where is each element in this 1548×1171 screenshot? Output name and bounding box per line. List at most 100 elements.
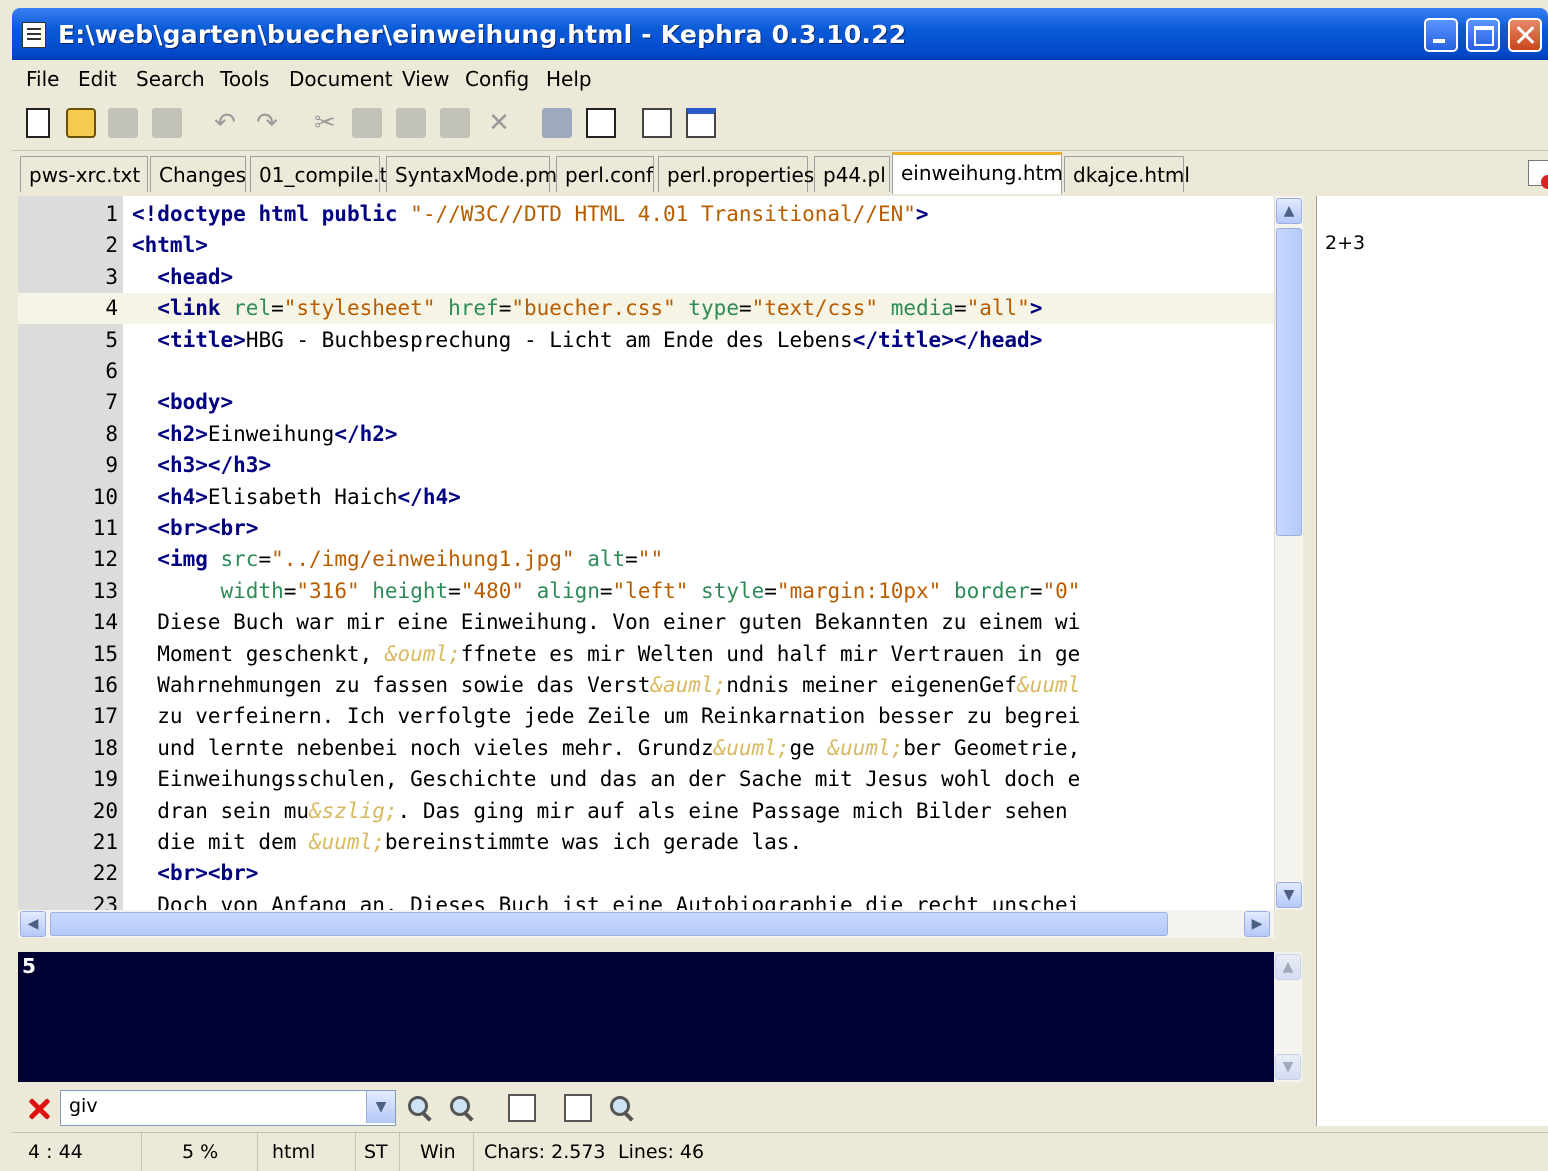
editor-horizontal-scrollbar[interactable]: ◀ ▶ <box>18 910 1274 938</box>
cut-icon[interactable]: ✂ <box>310 108 340 138</box>
code-line[interactable]: 13 width="316" height="480" align="left"… <box>18 576 1274 607</box>
tab-einweihung[interactable]: einweihung.html <box>892 152 1068 194</box>
vertical-scroll-thumb[interactable] <box>1276 228 1302 536</box>
find-next-icon[interactable] <box>448 1094 476 1122</box>
tab-perl-properties[interactable]: perl.properties <box>658 156 814 192</box>
status-indent-mode[interactable]: ST <box>348 1133 400 1171</box>
scroll-up-icon[interactable]: ▲ <box>1276 198 1302 224</box>
tab-perl-conf[interactable]: perl.conf <box>556 156 654 192</box>
search-input[interactable]: giv <box>60 1090 396 1126</box>
line-code: Moment geschenkt, &ouml;ffnete es mir We… <box>132 641 1081 666</box>
new-document-icon[interactable] <box>26 108 50 138</box>
line-code: <h2>Einweihung</h2> <box>157 421 398 446</box>
editor-vertical-scrollbar[interactable]: ▲ ▼ <box>1274 196 1303 910</box>
menu-edit[interactable]: Edit <box>78 67 117 91</box>
comment-icon[interactable] <box>542 108 572 138</box>
delete-icon[interactable]: ✕ <box>484 108 514 138</box>
edit-mode-icon[interactable] <box>642 108 672 138</box>
tab-01-compile[interactable]: 01_compile.t <box>250 156 387 192</box>
paste-icon[interactable] <box>396 108 426 138</box>
line-code: <title>HBG - Buchbesprechung - Licht am … <box>157 327 1043 352</box>
code-line[interactable]: 6 <box>18 356 1274 387</box>
replace-icon[interactable] <box>508 1094 536 1122</box>
tab-p44[interactable]: p44.pl <box>814 156 890 192</box>
tab-changes[interactable]: Changes <box>150 156 246 192</box>
output-scroll-up-icon[interactable]: ▲ <box>1275 954 1301 980</box>
search-options-icon[interactable] <box>608 1094 636 1122</box>
code-line[interactable]: 10 <h4>Elisabeth Haich</h4> <box>18 482 1274 513</box>
scroll-down-icon[interactable]: ▼ <box>1276 882 1302 908</box>
line-code: Wahrnehmungen zu fassen sowie das Verst&… <box>132 673 1081 697</box>
code-line[interactable]: 8 <h2>Einweihung</h2> <box>18 419 1274 450</box>
code-line[interactable]: 16 Wahrnehmungen zu fassen sowie das Ver… <box>18 670 1274 701</box>
close-tab-icon[interactable] <box>1528 160 1548 189</box>
code-line[interactable]: 18 und lernte nebenbei noch vieles mehr.… <box>18 733 1274 764</box>
close-search-icon[interactable] <box>26 1096 52 1122</box>
code-line[interactable]: 21 die mit dem &uuml;bereinstimmte was i… <box>18 827 1274 858</box>
status-line-ending[interactable]: Win <box>404 1133 474 1171</box>
line-number: 15 <box>92 641 118 666</box>
code-line[interactable]: 17 zu verfeinern. Ich verfolgte jede Zei… <box>18 701 1274 732</box>
code-line[interactable]: 4 <link rel="stylesheet" href="buecher.c… <box>18 293 1274 325</box>
replace-icon[interactable] <box>440 108 470 138</box>
line-code: <h3></h3> <box>157 453 272 478</box>
code-line[interactable]: 7 <body> <box>18 387 1274 418</box>
goto-line-icon[interactable] <box>564 1094 592 1122</box>
output-panel[interactable]: 5 <box>18 952 1274 1082</box>
close-button[interactable] <box>1508 18 1542 52</box>
menu-file[interactable]: File <box>26 67 59 91</box>
side-panel[interactable]: 2+3 <box>1316 196 1548 1126</box>
line-number: 8 <box>105 421 118 446</box>
code-line[interactable]: 2 <html> <box>18 230 1274 261</box>
horizontal-scroll-thumb[interactable] <box>50 912 1168 936</box>
line-number: 3 <box>105 264 118 289</box>
line-code: und lernte nebenbei noch vieles mehr. Gr… <box>132 735 1081 760</box>
code-line[interactable]: 12 <img src="../img/einweihung1.jpg" alt… <box>18 544 1274 575</box>
app-icon[interactable] <box>22 22 46 48</box>
code-editor[interactable]: 1 <!doctype html public "-//W3C//DTD HTML… <box>18 196 1274 910</box>
menu-help[interactable]: Help <box>546 67 592 91</box>
find-previous-icon[interactable] <box>406 1094 434 1122</box>
menu-tools[interactable]: Tools <box>220 67 269 91</box>
output-scroll-down-icon[interactable]: ▼ <box>1275 1054 1301 1080</box>
maximize-button[interactable] <box>1466 18 1500 52</box>
code-line[interactable]: 9 <h3></h3> <box>18 450 1274 481</box>
minimize-button[interactable] <box>1424 18 1458 52</box>
close-all-icon[interactable] <box>586 108 616 138</box>
code-line[interactable]: 3 <head> <box>18 262 1274 293</box>
open-icon[interactable] <box>66 108 96 138</box>
code-line[interactable]: 19 Einweihungsschulen, Geschichte und da… <box>18 764 1274 795</box>
status-cursor-position[interactable]: 4 : 44 <box>12 1133 142 1171</box>
save-all-icon[interactable] <box>152 108 182 138</box>
code-line[interactable]: 20 dran sein mu&szlig;. Das ging mir auf… <box>18 796 1274 827</box>
search-dropdown-icon[interactable]: ▼ <box>366 1091 395 1123</box>
save-icon[interactable] <box>108 108 138 138</box>
code-line[interactable]: 14 Diese Buch war mir eine Einweihung. V… <box>18 607 1274 638</box>
code-line[interactable]: 1 <!doctype html public "-//W3C//DTD HTML… <box>18 199 1274 230</box>
line-number: 19 <box>92 767 118 792</box>
menu-document[interactable]: Document <box>289 67 393 91</box>
window-icon[interactable] <box>686 108 716 138</box>
line-number: 2 <box>105 233 118 258</box>
code-line[interactable]: 23 Doch von Anfang an. Dieses Buch ist e… <box>18 890 1274 910</box>
menu-search[interactable]: Search <box>136 67 205 91</box>
copy-icon[interactable] <box>352 108 382 138</box>
line-number: 12 <box>92 547 118 572</box>
status-syntax-mode[interactable]: html <box>256 1133 356 1171</box>
undo-icon[interactable]: ↶ <box>210 108 240 138</box>
code-line[interactable]: 11 <br><br> <box>18 513 1274 544</box>
code-line[interactable]: 5 <title>HBG - Buchbesprechung - Licht a… <box>18 325 1274 356</box>
redo-icon[interactable]: ↷ <box>252 108 282 138</box>
scroll-right-icon[interactable]: ▶ <box>1244 911 1270 937</box>
line-number: 4 <box>105 296 118 321</box>
scroll-left-icon[interactable]: ◀ <box>20 911 46 937</box>
code-line[interactable]: 22 <br><br> <box>18 858 1274 889</box>
output-scrollbar[interactable]: ▲ ▼ <box>1274 952 1302 1082</box>
menu-config[interactable]: Config <box>465 67 529 91</box>
code-line[interactable]: 15 Moment geschenkt, &ouml;ffnete es mir… <box>18 639 1274 670</box>
line-number: 18 <box>92 735 118 760</box>
menu-view[interactable]: View <box>402 67 449 91</box>
tab-pws-xrc[interactable]: pws-xrc.txt <box>20 156 148 192</box>
tab-dkajce[interactable]: dkajce.html <box>1064 156 1190 192</box>
tab-syntaxmode[interactable]: SyntaxMode.pm <box>386 156 557 192</box>
